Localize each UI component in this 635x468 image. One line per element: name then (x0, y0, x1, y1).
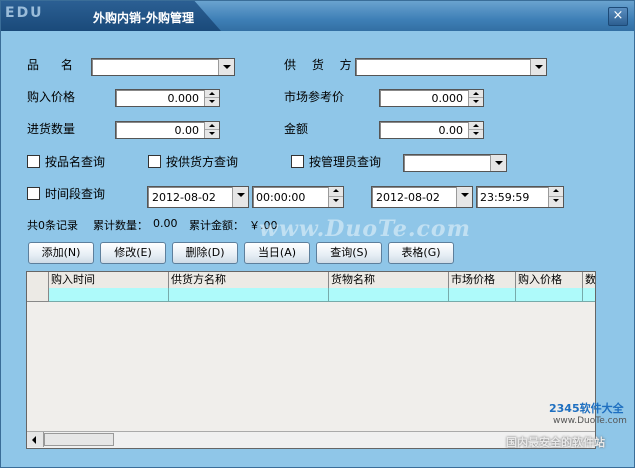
spin-down-icon[interactable] (329, 197, 343, 205)
start-time-value: 00:00:00 (256, 191, 306, 204)
market-price-label: 市场参考价 (284, 90, 345, 104)
spin-up-icon[interactable] (469, 90, 483, 98)
spin-down-icon[interactable] (469, 130, 483, 138)
spin-up-icon[interactable] (205, 122, 219, 130)
quantity-label: 进货数量 (27, 122, 76, 136)
table-header: 购入时间 供货方名称 货物名称 市场价格 购入价格 数 (27, 272, 595, 289)
amount-label: 金额 (284, 122, 309, 136)
end-time-value: 23:59:59 (480, 191, 530, 204)
scroll-left-icon[interactable] (27, 432, 44, 447)
query-button[interactable]: 查询(S) (316, 242, 382, 264)
checkbox-box[interactable] (27, 155, 40, 168)
purchase-price-input[interactable]: 0.000 (115, 89, 220, 107)
filter-by-product-label: 按品名查询 (45, 155, 106, 169)
add-button[interactable]: 添加(N) (28, 242, 94, 264)
start-date-picker[interactable]: 2012-08-02 (147, 186, 249, 208)
checkbox-box[interactable] (27, 187, 40, 200)
close-button[interactable]: × (608, 7, 628, 26)
table-cell[interactable] (169, 288, 329, 302)
chevron-down-icon[interactable] (218, 59, 234, 75)
supplier-label: 供 货 方 (284, 58, 358, 72)
start-time-input[interactable]: 00:00:00 (252, 186, 344, 208)
spin-up-icon[interactable] (469, 122, 483, 130)
site-watermark: www.DuoTe.com (259, 216, 471, 242)
supplier-combo[interactable] (355, 58, 547, 76)
end-date-picker[interactable]: 2012-08-02 (371, 186, 473, 208)
scroll-thumb[interactable] (44, 433, 114, 446)
spin-up-icon[interactable] (205, 90, 219, 98)
brand-url: www.DuoTe.com (553, 416, 627, 426)
quantity-input[interactable]: 0.00 (115, 121, 220, 139)
filter-by-period-checkbox[interactable]: 时间段查询 (27, 185, 105, 202)
table-cell[interactable] (516, 288, 583, 302)
record-count: 共0条记录 (27, 219, 78, 232)
table-cell[interactable] (329, 288, 449, 302)
spin-down-icon[interactable] (469, 98, 483, 106)
table-cell[interactable] (49, 288, 169, 302)
chevron-down-icon[interactable] (456, 187, 472, 207)
chevron-down-icon[interactable] (490, 155, 506, 171)
market-price-input[interactable]: 0.000 (379, 89, 484, 107)
checkbox-box[interactable] (148, 155, 161, 168)
brand-watermark: 2345软件大全 www.DuoTe.com 国内最安全的软件站 (501, 394, 634, 454)
table-cell[interactable] (583, 288, 595, 302)
window-title: 外购内销-外购管理 (93, 11, 194, 25)
app-logo: EDU (5, 5, 44, 21)
product-combo[interactable] (91, 58, 235, 76)
product-label: 品 名 (27, 58, 73, 72)
filter-by-product-checkbox[interactable]: 按品名查询 (27, 153, 105, 170)
end-date-value: 2012-08-02 (376, 191, 440, 204)
row-indicator[interactable] (27, 288, 49, 302)
app-window: EDU 外购内销-外购管理 × 品 名 供 货 方 购入价格 0.000 市场参… (0, 0, 635, 468)
table-row[interactable] (27, 288, 595, 302)
purchase-price-label: 购入价格 (27, 90, 76, 104)
delete-button[interactable]: 删除(D) (172, 242, 238, 264)
spin-down-icon[interactable] (205, 98, 219, 106)
total-quantity-value: 0.00 (153, 217, 178, 230)
column-header[interactable]: 市场价格 (449, 272, 516, 288)
quantity-value: 0.00 (174, 124, 200, 137)
chevron-down-icon[interactable] (530, 59, 546, 75)
brand-name: 2345软件大全 (549, 402, 624, 415)
manager-combo[interactable] (403, 154, 507, 172)
column-header[interactable]: 供货方名称 (169, 272, 329, 288)
close-icon: × (612, 8, 624, 23)
total-quantity-label: 累计数量： (93, 219, 148, 232)
end-time-input[interactable]: 23:59:59 (476, 186, 564, 208)
column-header[interactable]: 货物名称 (329, 272, 449, 288)
spin-down-icon[interactable] (549, 197, 563, 205)
filter-by-period-label: 时间段查询 (45, 187, 106, 201)
filter-by-supplier-checkbox[interactable]: 按供货方查询 (148, 153, 238, 170)
market-price-value: 0.000 (431, 92, 464, 105)
start-date-value: 2012-08-02 (152, 191, 216, 204)
row-indicator-header (27, 272, 49, 288)
brand-slogan: 国内最安全的软件站 (506, 436, 605, 449)
filter-by-manager-checkbox[interactable]: 按管理员查询 (291, 153, 381, 170)
amount-input[interactable]: 0.00 (379, 121, 484, 139)
spin-down-icon[interactable] (205, 130, 219, 138)
column-header[interactable]: 数 (583, 272, 595, 288)
purchase-price-value: 0.000 (167, 92, 200, 105)
table-cell[interactable] (449, 288, 516, 302)
filter-by-supplier-label: 按供货方查询 (166, 155, 239, 169)
column-header[interactable]: 购入时间 (49, 272, 169, 288)
today-button[interactable]: 当日(A) (244, 242, 310, 264)
total-amount-label: 累计金额： (189, 219, 244, 232)
spin-up-icon[interactable] (329, 187, 343, 197)
filter-by-manager-label: 按管理员查询 (309, 155, 382, 169)
column-header[interactable]: 购入价格 (516, 272, 583, 288)
amount-value: 0.00 (438, 124, 464, 137)
title-bar[interactable]: EDU 外购内销-外购管理 × (1, 1, 634, 31)
spin-up-icon[interactable] (549, 187, 563, 197)
checkbox-box[interactable] (291, 155, 304, 168)
edit-button[interactable]: 修改(E) (100, 242, 166, 264)
chevron-down-icon[interactable] (232, 187, 248, 207)
table-button[interactable]: 表格(G) (388, 242, 454, 264)
